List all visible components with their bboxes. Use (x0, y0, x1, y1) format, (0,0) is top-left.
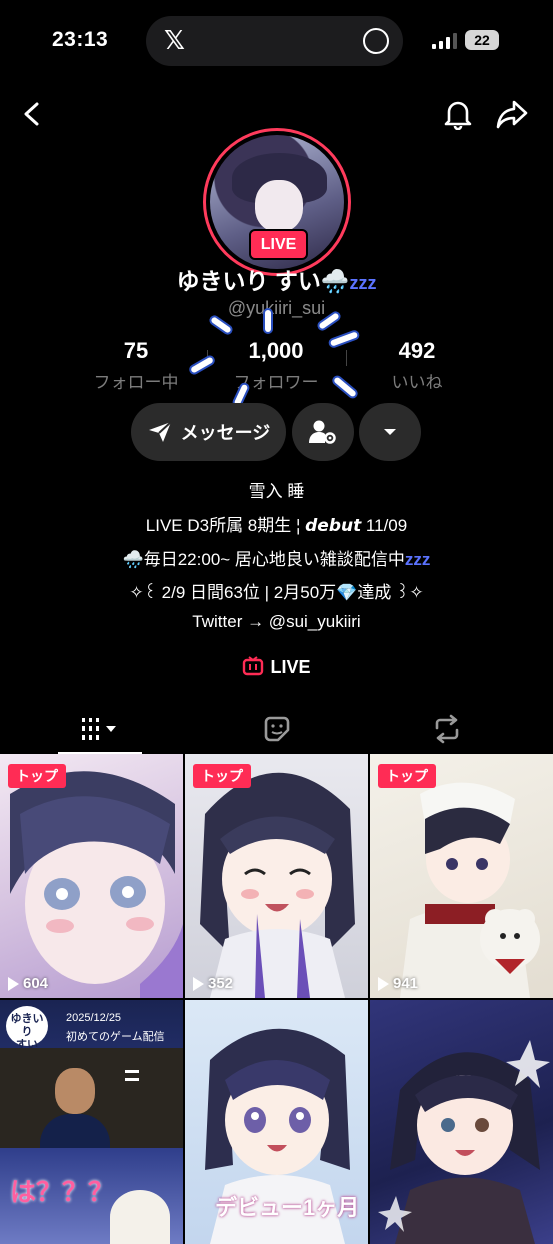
view-count: 604 (8, 975, 48, 992)
stat-following[interactable]: 75 フォロー中 (81, 338, 191, 393)
live-tv-icon (243, 656, 264, 676)
thumbnail-art (400, 782, 540, 998)
stat-following-label: フォロー中 (93, 373, 179, 392)
stat-likes-label: いいね (391, 373, 443, 392)
bio-twitter-link[interactable]: Twitter → @sui_yukiiri (0, 612, 553, 632)
tab-videos[interactable] (8, 704, 192, 754)
zzz-emoji: zzz (349, 273, 377, 293)
tab-reposts[interactable] (355, 704, 539, 754)
thumbnail-art (378, 1040, 550, 1244)
more-options-dropdown[interactable] (359, 403, 421, 461)
thumbnail-art (110, 1190, 170, 1244)
battery-indicator: 22 (465, 30, 499, 50)
video-thumbnail[interactable]: ゆきいり すい 2025/12/25 初めてのゲーム配信 は？？？ (0, 1000, 183, 1244)
view-count-text: 352 (208, 975, 234, 992)
x-logo-icon: 𝕏 (164, 25, 185, 55)
view-count: 941 (378, 975, 418, 992)
username-handle: @yukiiri_sui (227, 298, 326, 318)
share-arrow-icon (496, 100, 528, 129)
status-time: 23:13 (52, 28, 109, 51)
top-tag: トップ (193, 764, 251, 788)
stat-likes[interactable]: 492 いいね (362, 338, 472, 393)
bio-line: ✧꒰ 2/9 日間63位 | 2月50万💎達成 ꒱✧ (129, 583, 424, 602)
video-thumbnail[interactable] (370, 1000, 553, 1244)
thumbnail-art (200, 772, 355, 998)
view-count: 352 (193, 975, 233, 992)
signal-icon (432, 33, 458, 49)
notification-bell-button[interactable] (440, 96, 476, 132)
content-tabs (0, 704, 553, 755)
chevron-left-icon (24, 102, 39, 126)
share-button[interactable] (494, 96, 530, 132)
display-name-text: ゆきいり すい🌧️ (176, 268, 350, 294)
top-tag: トップ (378, 764, 436, 788)
view-count-text: 941 (393, 975, 419, 992)
top-tag: トップ (8, 764, 66, 788)
video-thumbnail[interactable]: デビュー1ヶ月 (185, 1000, 368, 1244)
video-thumbnail[interactable]: トップ 352 (185, 754, 368, 998)
display-name: ゆきいり すい🌧️zzz (0, 262, 553, 296)
app-switch-pill[interactable]: 𝕏 (146, 16, 403, 66)
live-link-label: LIVE (270, 657, 311, 677)
stat-divider (346, 350, 347, 366)
thumbnail-caption: 初めてのゲーム配信 (66, 1031, 165, 1043)
play-icon (193, 976, 204, 991)
tab-favorites[interactable] (185, 704, 369, 754)
stat-followers-count: 1,000 (248, 338, 304, 363)
video-thumbnail[interactable]: トップ 604 (0, 754, 183, 998)
video-thumbnail[interactable]: トップ 941 (370, 754, 553, 998)
paper-plane-icon (148, 421, 172, 442)
view-count-text: 604 (23, 975, 49, 992)
stat-following-count: 75 (123, 338, 149, 363)
live-badge[interactable]: LIVE (249, 229, 308, 260)
bio-line: 雪入 睡 (248, 482, 305, 501)
bio-text: 🌧️毎日22:00~ 居心地良い雑談配信中 (122, 550, 405, 569)
repost-icon (435, 714, 459, 744)
message-button-label: メッセージ (180, 423, 271, 443)
play-icon (378, 976, 389, 991)
bell-icon (444, 101, 472, 130)
thumbnail-art (10, 771, 183, 998)
webcam-frame (0, 1048, 183, 1148)
sticker-icon (264, 716, 290, 742)
add-friend-settings-button[interactable] (292, 403, 354, 461)
stat-likes-count: 492 (398, 338, 436, 363)
caret-down-icon (384, 429, 396, 435)
message-button[interactable]: メッセージ (131, 403, 286, 461)
bio-line: 🌧️毎日22:00~ 居心地良い雑談配信中zzz (0, 545, 553, 570)
zzz-emoji: zzz (404, 550, 431, 569)
check-circle-icon (363, 28, 389, 54)
thumbnail-date: 2025/12/25 (66, 1012, 122, 1024)
thumbnail-overlay-text: は？？？ (10, 1177, 115, 1207)
thumbnail-overlay-text: デビュー1ヶ月 (215, 1195, 360, 1220)
stat-followers-label: フォロワー (233, 373, 319, 392)
channel-logo: ゆきいり すい (6, 1006, 48, 1051)
stat-followers[interactable]: 1,000 フォロワー (221, 338, 331, 393)
user-settings-icon (309, 420, 336, 444)
live-link[interactable]: LIVE (0, 656, 553, 678)
play-icon (8, 976, 19, 991)
back-button[interactable] (14, 96, 50, 132)
video-grid: トップ 604 トップ 352 トップ 941 ゆきいり すい 2025/12/… (0, 754, 553, 1244)
grid-videos-icon (82, 718, 116, 740)
bio-line: LIVE D3所属 8期生 ¦ 𝙙𝙚𝙗𝙪𝙩 11/09 (145, 516, 408, 535)
